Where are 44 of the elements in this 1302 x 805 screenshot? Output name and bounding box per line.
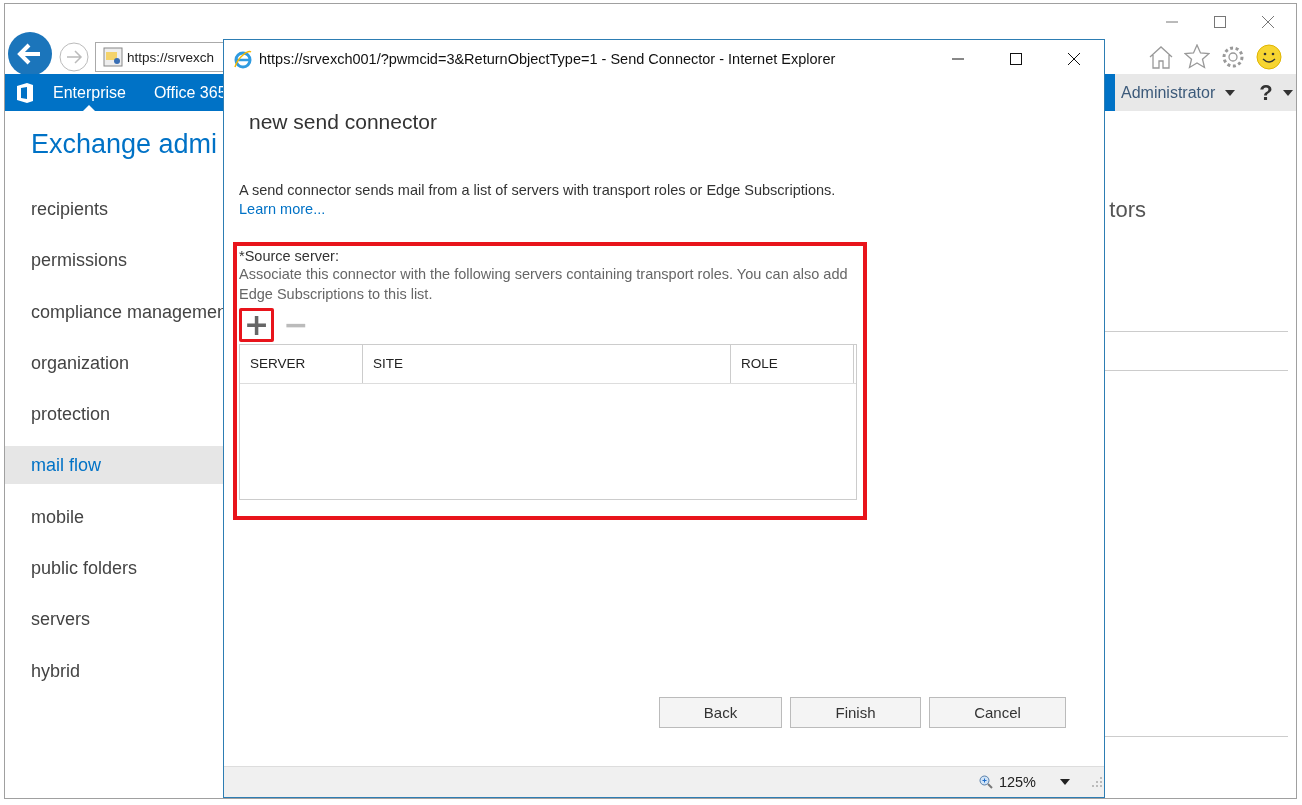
nav-item[interactable]: protection <box>5 395 224 434</box>
resize-grip-icon[interactable] <box>1092 777 1102 787</box>
caret-icon <box>1282 89 1293 96</box>
nav-item[interactable]: mobile <box>5 497 224 536</box>
back-button[interactable] <box>7 31 53 77</box>
caret-icon <box>1225 89 1236 96</box>
caret-icon[interactable] <box>1060 779 1070 785</box>
dialog-heading: new send connector <box>249 110 437 134</box>
dialog-button[interactable]: Finish <box>790 697 921 728</box>
zoom-icon <box>978 775 993 789</box>
column-header[interactable]: SERVER <box>240 345 363 383</box>
field-label: *Source server: <box>239 248 340 264</box>
nav-item[interactable]: compliance managemen <box>5 292 224 331</box>
column-header[interactable]: ROLE <box>731 345 854 383</box>
top-tab[interactable]: Enterprise <box>43 74 136 111</box>
home-icon[interactable] <box>1148 45 1174 69</box>
column-header[interactable]: SITE <box>363 345 731 383</box>
page-heading: tors <box>1109 197 1146 223</box>
help-menu[interactable]: ? <box>1259 79 1273 106</box>
nav-item[interactable]: permissions <box>5 241 224 280</box>
nav-item[interactable]: hybrid <box>5 651 224 690</box>
learn-more-link[interactable]: Learn more... <box>239 201 326 217</box>
description: A send connector sends mail from a list of servers with transport roles or Edge Subscriptions. <box>239 182 836 198</box>
browser-icon <box>233 48 253 69</box>
app-title: Exchange admi <box>30 129 219 160</box>
nav-item[interactable]: servers <box>5 600 224 639</box>
nav-item[interactable]: mail flow <box>5 446 224 485</box>
zoom-level[interactable]: 125% <box>998 774 1036 790</box>
office-logo-icon <box>15 81 35 104</box>
help-text: Associate this connector with the following servers containing transport roles. You can also add Edge Subscriptions to this list. <box>239 265 849 304</box>
close-icon[interactable] <box>1068 52 1080 65</box>
nav-item[interactable]: organization <box>5 343 224 382</box>
dialog-button[interactable]: Back <box>659 697 782 728</box>
window-title: https://srvexch001/?pwmcid=3&ReturnObjectType=1 - Send Connector - Internet Explorer <box>259 50 836 67</box>
dialog-button[interactable]: Cancel <box>929 697 1066 728</box>
add-button[interactable]: + <box>239 308 275 342</box>
nav-item[interactable]: recipients <box>5 190 224 228</box>
smiley-icon[interactable] <box>1256 44 1282 70</box>
settings-icon[interactable] <box>1220 44 1246 70</box>
star-icon[interactable] <box>1184 44 1210 70</box>
user-menu[interactable]: Administrator <box>1121 83 1216 102</box>
mail-icon <box>103 47 123 67</box>
maximize-icon[interactable] <box>1010 52 1022 65</box>
nav-item[interactable]: public folders <box>5 549 224 588</box>
